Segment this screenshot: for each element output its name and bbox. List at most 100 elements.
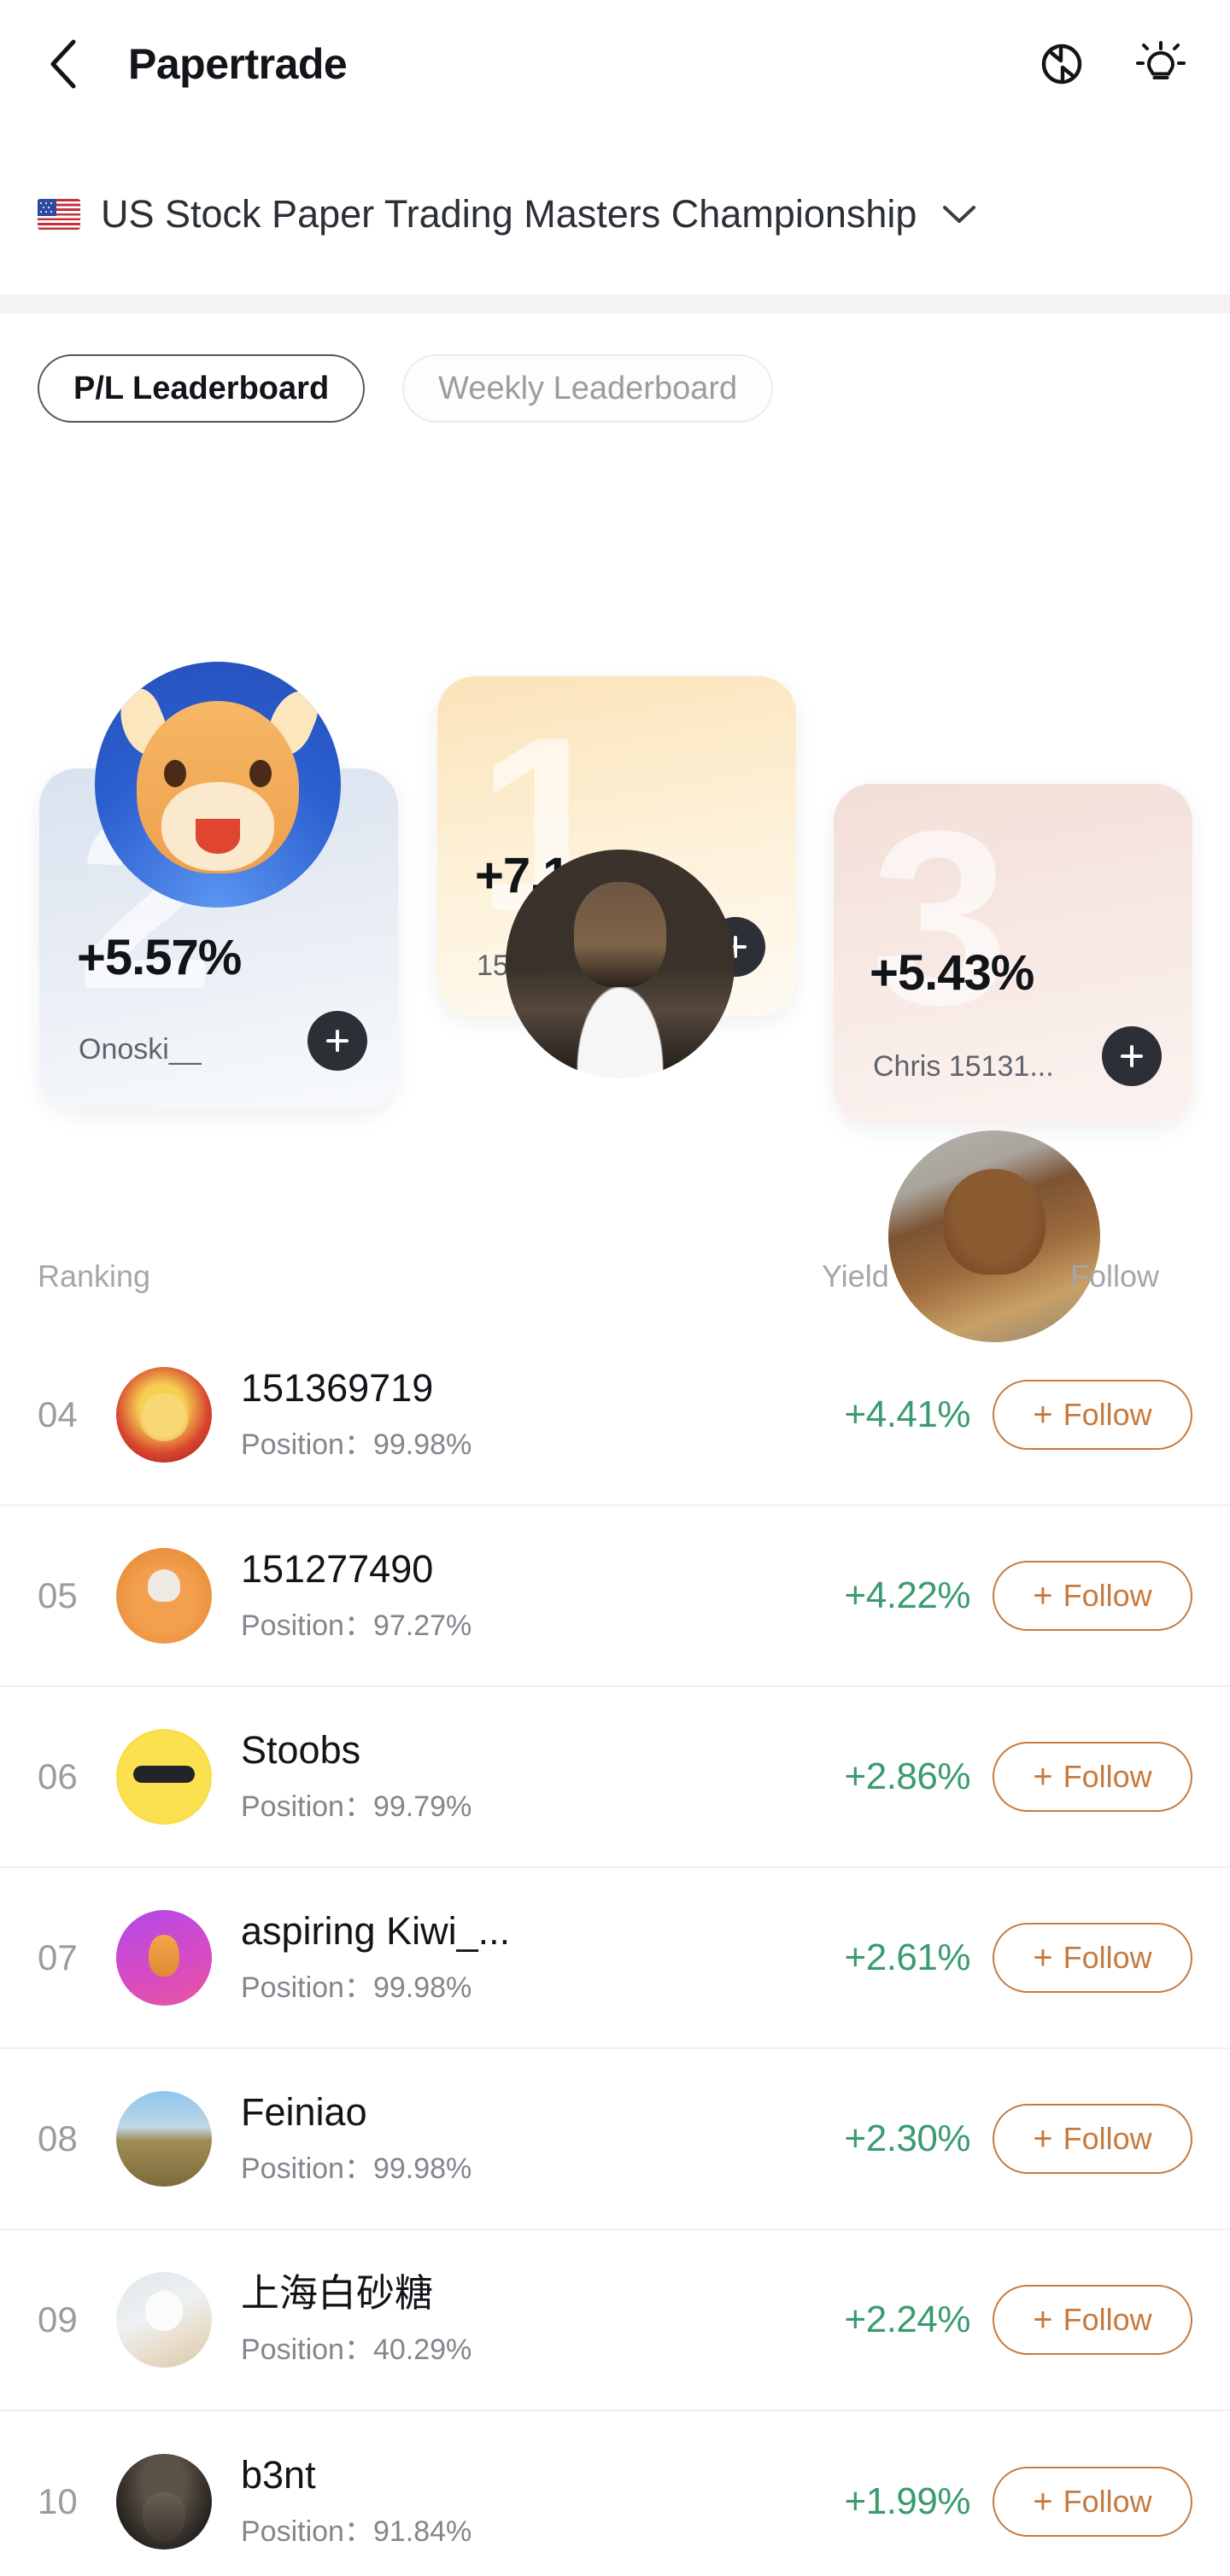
- row-info: 151369719 Position：99.98%: [241, 1367, 748, 1462]
- podium-follow-button-3[interactable]: [1102, 1026, 1162, 1086]
- back-button[interactable]: [38, 37, 92, 91]
- tips-button[interactable]: [1129, 32, 1192, 96]
- row-rank: 09: [38, 2299, 78, 2339]
- plus-icon: +: [1033, 2483, 1053, 2521]
- follow-label: Follow: [1063, 1759, 1152, 1794]
- championship-chevron[interactable]: [940, 202, 978, 226]
- row-yield: +4.41%: [844, 1393, 971, 1435]
- plus-icon: +: [1033, 1939, 1053, 1977]
- table-row[interactable]: 10 b3nt Position：91.84% +1.99% + Follow: [0, 2411, 1230, 2576]
- table-row[interactable]: 09 上海白砂糖 Position：40.29% +2.24% + Follow: [0, 2230, 1230, 2411]
- row-username: aspiring Kiwi_...: [241, 1910, 511, 1954]
- row-yield: +4.22%: [844, 1574, 971, 1616]
- row-info: Stoobs Position：99.79%: [241, 1729, 748, 1824]
- table-row[interactable]: 07 aspiring Kiwi_... Position：99.98% +2.…: [0, 1868, 1230, 2049]
- top-navigation-bar: Papertrade: [0, 0, 1230, 128]
- refresh-button[interactable]: [1030, 32, 1093, 96]
- refresh-icon: [1041, 44, 1082, 85]
- row-info: b3nt Position：91.84%: [241, 2454, 748, 2549]
- page-title: Papertrade: [128, 40, 348, 88]
- row-follow-button[interactable]: + Follow: [993, 2104, 1192, 2174]
- column-header-ranking: Ranking: [38, 1259, 151, 1294]
- row-follow-button[interactable]: + Follow: [993, 1561, 1192, 1631]
- follow-label: Follow: [1063, 2484, 1152, 2519]
- follow-label: Follow: [1063, 2302, 1152, 2337]
- table-row[interactable]: 08 Feiniao Position：99.98% +2.30% + Foll…: [0, 2049, 1230, 2230]
- row-info: 上海白砂糖 Position：40.29%: [241, 2272, 748, 2367]
- tab-pl-leaderboard[interactable]: P/L Leaderboard: [38, 354, 366, 423]
- row-follow-button[interactable]: + Follow: [993, 2285, 1192, 2355]
- row-follow-button[interactable]: + Follow: [993, 1742, 1192, 1812]
- row-rank: 06: [38, 1756, 78, 1796]
- row-position: Position：40.29%: [241, 2333, 472, 2366]
- plus-icon: +: [1033, 1396, 1053, 1434]
- row-username: 上海白砂糖: [241, 2272, 434, 2316]
- podium-avatar-2[interactable]: [95, 662, 341, 908]
- column-header-yield: Yield: [822, 1259, 889, 1294]
- tab-weekly-leaderboard[interactable]: Weekly Leaderboard: [402, 354, 774, 423]
- follow-label: Follow: [1063, 1578, 1152, 1613]
- follow-label: Follow: [1063, 2121, 1152, 2156]
- table-row[interactable]: 06 Stoobs Position：99.79% +2.86% + Follo…: [0, 1687, 1230, 1868]
- row-yield: +2.61%: [844, 1936, 971, 1978]
- championship-name: US Stock Paper Trading Masters Champions…: [101, 192, 917, 236]
- row-follow-button[interactable]: + Follow: [993, 1923, 1192, 1993]
- row-avatar[interactable]: [116, 2091, 212, 2187]
- section-divider-band: [0, 295, 1230, 313]
- row-username: 151369719: [241, 1367, 434, 1411]
- row-rank: 10: [38, 2481, 78, 2521]
- row-rank: 08: [38, 2118, 78, 2158]
- row-yield: +2.86%: [844, 1755, 971, 1797]
- table-row[interactable]: 05 151277490 Position：97.27% +4.22% + Fo…: [0, 1506, 1230, 1687]
- row-username: Feiniao: [241, 2091, 367, 2135]
- row-rank: 05: [38, 1575, 78, 1615]
- championship-selector[interactable]: US Stock Paper Trading Masters Champions…: [0, 167, 1230, 261]
- row-position: Position：91.84%: [241, 2515, 472, 2548]
- row-info: Feiniao Position：99.98%: [241, 2091, 748, 2186]
- papertrade-leaderboard-page: Papertrade US Stock Paper Trading Master…: [0, 0, 1230, 2576]
- podium-username-3: Chris 15131...: [873, 1050, 1054, 1083]
- us-flag-icon: [38, 199, 80, 230]
- row-rank: 04: [38, 1394, 78, 1434]
- row-avatar[interactable]: [116, 2454, 212, 2550]
- lightbulb-icon: [1136, 41, 1186, 79]
- plus-icon: +: [1033, 1577, 1053, 1615]
- podium-follow-button-2[interactable]: [308, 1011, 367, 1071]
- back-chevron-icon: [50, 39, 76, 89]
- row-avatar[interactable]: [116, 2272, 212, 2368]
- row-avatar[interactable]: [116, 1729, 212, 1825]
- row-avatar[interactable]: [116, 1548, 212, 1644]
- row-info: aspiring Kiwi_... Position：99.98%: [241, 1910, 748, 2005]
- row-yield: +2.24%: [844, 2299, 971, 2340]
- follow-label: Follow: [1063, 1940, 1152, 1975]
- plus-icon: +: [1033, 2120, 1053, 2158]
- leaderboard-rows: 04 151369719 Position：99.98% +4.41% + Fo…: [0, 1325, 1230, 2576]
- bull-eye-left: [163, 760, 186, 787]
- column-header-follow: Follow: [1070, 1259, 1160, 1294]
- row-position: Position：99.79%: [241, 1790, 472, 1823]
- row-position: Position：99.98%: [241, 2152, 472, 2185]
- row-follow-button[interactable]: + Follow: [993, 2467, 1192, 2537]
- row-avatar[interactable]: [116, 1910, 212, 2006]
- table-row[interactable]: 04 151369719 Position：99.98% +4.41% + Fo…: [0, 1325, 1230, 1506]
- row-rank: 07: [38, 1937, 78, 1977]
- plus-icon: [326, 1030, 348, 1052]
- row-position: Position：99.98%: [241, 1971, 472, 2004]
- row-follow-button[interactable]: + Follow: [993, 1380, 1192, 1450]
- row-position: Position：99.98%: [241, 1428, 472, 1461]
- podium-rank-number-3: 3: [871, 780, 1010, 1056]
- row-yield: +1.99%: [844, 2480, 971, 2522]
- plus-icon: +: [1033, 2301, 1053, 2339]
- follow-label: Follow: [1063, 1397, 1152, 1432]
- flag-canton: [38, 199, 56, 216]
- row-username: b3nt: [241, 2454, 316, 2497]
- podium-card-rank-3[interactable]: 3 +5.43% Chris 15131...: [834, 784, 1192, 1124]
- row-position: Position：97.27%: [241, 1609, 472, 1642]
- row-avatar[interactable]: [116, 1367, 212, 1463]
- row-info: 151277490 Position：97.27%: [241, 1548, 748, 1643]
- podium-avatar-1[interactable]: [506, 850, 735, 1078]
- podium-yield-2: +5.57%: [77, 930, 242, 985]
- plus-icon: +: [1033, 1758, 1053, 1796]
- podium-top3: 2 +5.57% Onoski__ 1 +7.18% 151615358: [0, 529, 1230, 1342]
- chevron-down-icon: [943, 206, 976, 223]
